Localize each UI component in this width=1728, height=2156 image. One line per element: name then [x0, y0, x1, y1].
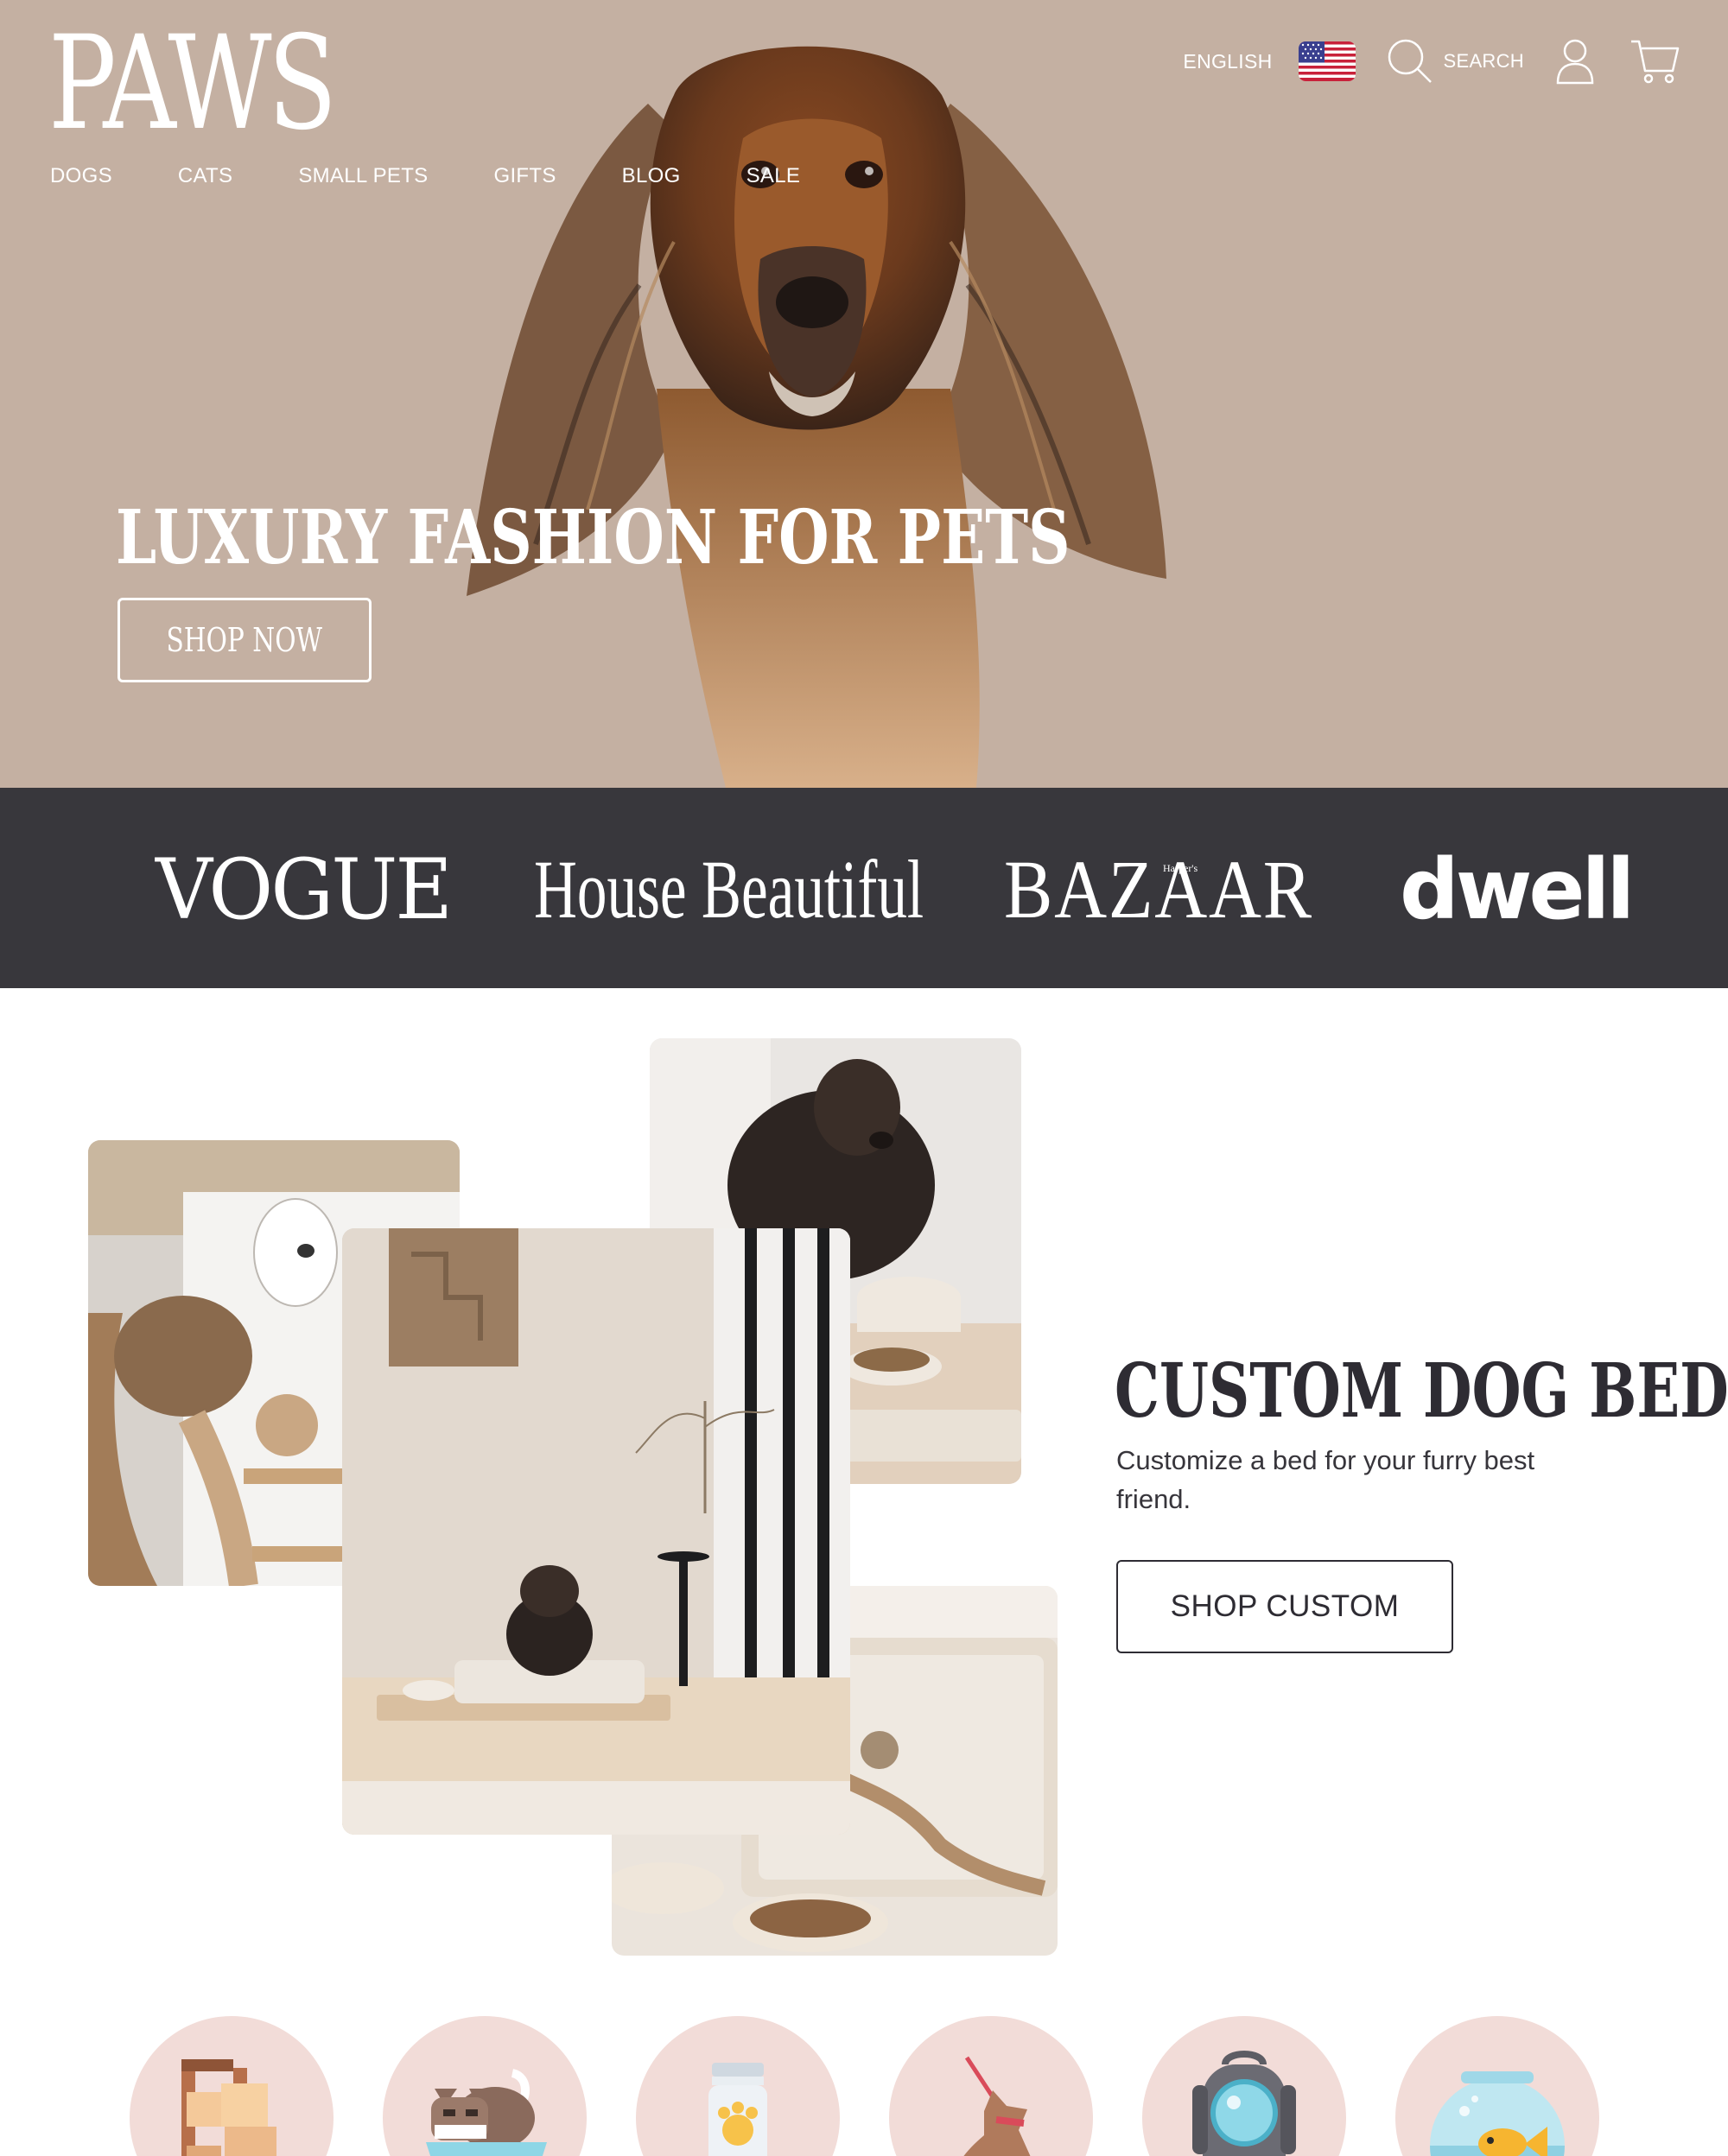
hero-title: LUXURY FASHION FOR PETS: [116, 494, 1070, 581]
hero-dog-image: [467, 46, 1166, 788]
press-logo-dwell: dwell: [1400, 841, 1635, 938]
custom-beds-description: Customize a bed for your furry best frie…: [1116, 1445, 1535, 1514]
category-treats[interactable]: [636, 2016, 840, 2156]
press-logo-harpers: Harper's: [1163, 862, 1198, 874]
cat-litter-icon: [426, 2069, 547, 2156]
nav-item-dogs[interactable]: DOGS: [50, 164, 112, 188]
pet-backpack-icon: [1192, 2051, 1296, 2156]
custom-beds-title: CUSTOM DOG BEDS: [1115, 1348, 1728, 1435]
shop-custom-button[interactable]: SHOP CUSTOM: [1116, 1560, 1453, 1653]
press-bar: VOGUE House Beautiful BAZAAR Harper's dw…: [0, 788, 1728, 988]
nav-item-small-pets[interactable]: SMALL PETS: [298, 164, 428, 188]
collage-image-room-dog-bed: [342, 1228, 850, 1835]
nav-item-cats[interactable]: CATS: [178, 164, 232, 188]
treat-jar-icon: [708, 2063, 767, 2156]
utility-bar: ENGLISH SEARCH: [1183, 38, 1680, 85]
us-flag-icon[interactable]: [1298, 41, 1356, 81]
account-icon[interactable]: [1555, 38, 1595, 85]
press-logo-house-beautiful: House Beautiful: [534, 843, 924, 935]
nav-item-sale[interactable]: SALE: [746, 164, 801, 188]
brand-logo[interactable]: PAWS: [48, 19, 337, 149]
category-cat-litter[interactable]: [383, 2016, 587, 2156]
category-fish[interactable]: [1395, 2016, 1599, 2156]
press-logo-bazaar: BAZAAR: [1004, 843, 1313, 935]
shop-custom-label: SHOP CUSTOM: [1170, 1589, 1400, 1623]
hero-banner: PAWS DOGS CATS SMALL PETS GIFTS BLOG SAL…: [0, 0, 1728, 788]
fish-bowl-icon: [1430, 2071, 1565, 2156]
nav-item-gifts[interactable]: GIFTS: [494, 164, 556, 188]
nav-item-blog[interactable]: BLOG: [622, 164, 681, 188]
category-cat-tree[interactable]: [130, 2016, 334, 2156]
search-label: SEARCH: [1443, 50, 1524, 72]
search-button[interactable]: SEARCH: [1387, 38, 1525, 85]
main-nav: DOGS CATS SMALL PETS GIFTS BLOG SALE: [50, 164, 866, 188]
shop-now-button[interactable]: SHOP NOW: [118, 598, 372, 682]
cat-tree-icon: [181, 2059, 276, 2156]
category-pet-backpack[interactable]: [1142, 2016, 1346, 2156]
search-icon: [1388, 39, 1432, 83]
dog-leash-icon: [963, 2056, 1031, 2156]
shop-now-label: SHOP NOW: [166, 621, 323, 659]
cart-icon[interactable]: [1630, 38, 1680, 85]
language-selector[interactable]: ENGLISH: [1183, 50, 1272, 73]
press-logo-vogue: VOGUE: [156, 841, 453, 938]
category-dog-leash[interactable]: [889, 2016, 1093, 2156]
